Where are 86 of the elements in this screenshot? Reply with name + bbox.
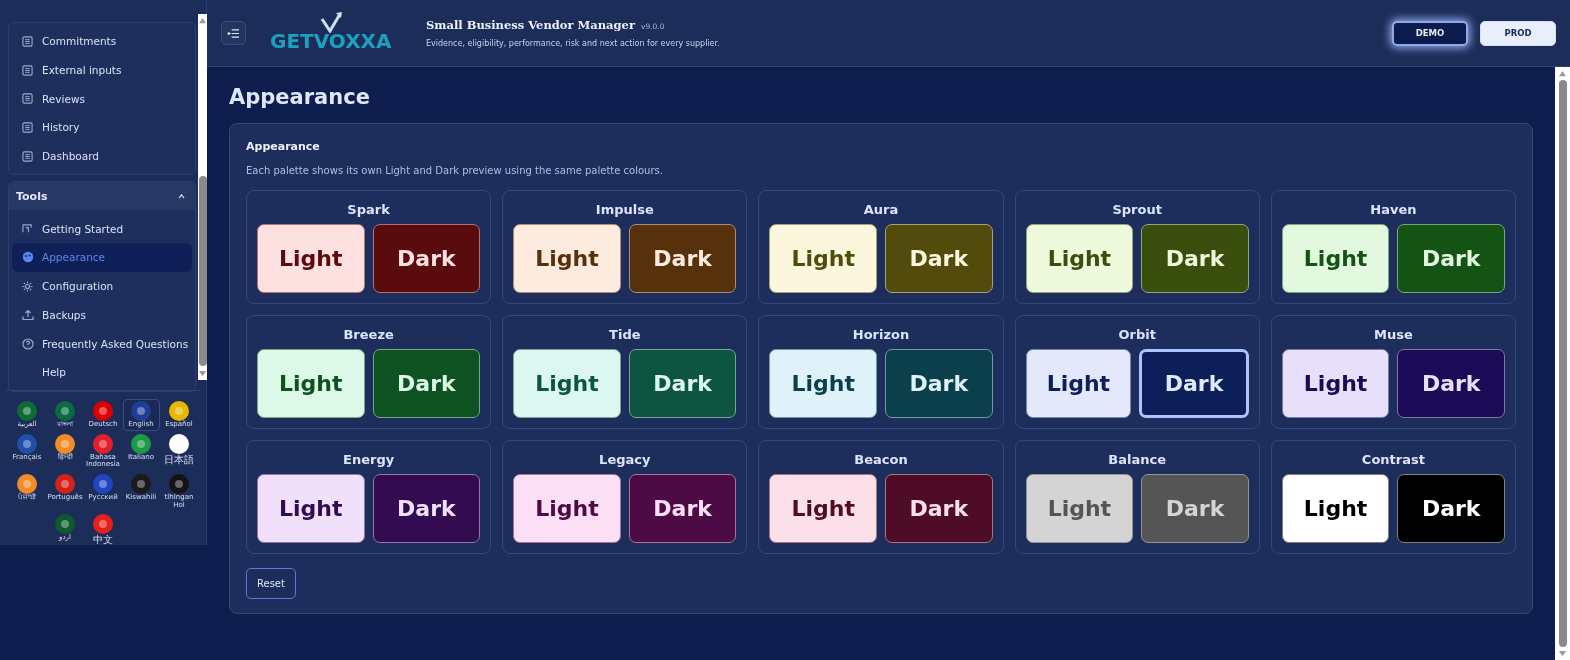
palette-preview-button[interactable]: Dark [1139,349,1249,418]
app-subtitle: Evidence, eligibility, performance, risk and next action for every supplier. [426,39,721,48]
palette-preview-button[interactable]: Dark [372,474,481,543]
palette-preview-button[interactable]: Dark [1397,474,1505,543]
palette-preview-button[interactable]: Dark [372,349,481,418]
palette-preview-button[interactable]: Light [257,349,365,418]
guide-icon [22,223,33,235]
palette-preview-button[interactable]: Dark [885,224,993,293]
language-option[interactable]: 中文 [84,512,122,548]
palette-preview-button[interactable]: Light [1025,224,1134,293]
palette-name: Energy [343,452,395,467]
panel-description: Each palette shows its own Light and Dark preview using the same palette colours. [246,165,664,176]
palette-preview-button[interactable]: Dark [1141,224,1249,293]
sidebar-item[interactable]: Getting Started [12,214,193,244]
palette-name: Tide [609,327,641,342]
palette-preview-button[interactable]: Dark [372,224,481,293]
palette-preview-button[interactable]: Light [1281,474,1390,543]
section-header[interactable]: Tools [9,182,196,211]
palette-name: Legacy [599,452,651,467]
palette-name: Muse [1374,327,1413,342]
palette-preview-button[interactable]: Dark [1397,349,1505,418]
document-icon [22,64,33,76]
palette-preview-button[interactable]: Light [513,224,621,293]
sidebar-item[interactable]: Commitments [12,27,193,56]
collapse-icon [227,27,240,39]
palette-name: Sprout [1112,202,1162,217]
sidebar-item[interactable]: Frequently Asked Questions [12,329,193,358]
page-title: Appearance [229,85,371,109]
logo: GETVOXXA [270,29,392,53]
palette-preview-button[interactable]: Light [513,474,621,543]
palette-preview-button[interactable]: Light [769,349,877,418]
palette-preview-button[interactable]: Light [1025,349,1132,418]
sidebar-item[interactable]: Dashboard [12,141,193,171]
section-title: Tools [16,189,48,203]
help-icon [22,337,34,350]
palette-preview-button[interactable]: Dark [628,349,737,418]
palette-preview-button[interactable]: Light [257,224,365,293]
palette-name: Haven [1370,202,1417,217]
palette-preview-button[interactable]: Light [513,349,621,418]
palette-icon [22,251,34,264]
palette-preview-button[interactable]: Light [1025,474,1134,543]
palette-name: Aura [863,202,899,217]
palette-preview-button[interactable]: Light [769,474,877,543]
document-icon [22,35,33,47]
palette-name: Impulse [595,202,654,217]
scrollbar[interactable] [198,14,208,380]
sidebar-item[interactable]: Appearance [12,243,193,272]
collapse-sidebar-button[interactable] [221,21,246,45]
sidebar-item[interactable]: Backups [12,300,193,330]
palette-name: Horizon [852,327,910,342]
environment-button[interactable]: DEMO [1392,20,1468,46]
palette-preview-button[interactable]: Light [1281,224,1390,293]
palette-preview-button[interactable]: Light [257,474,365,543]
palette-name: Balance [1108,452,1167,467]
palette-preview-button[interactable]: Light [769,224,877,293]
palette-preview-button[interactable]: Dark [1397,224,1505,293]
palette-preview-button[interactable]: Dark [1141,474,1249,543]
palette-name: Orbit [1118,327,1156,342]
palette-name: Breeze [343,327,394,342]
sidebar-item[interactable]: Reviews [12,84,193,114]
chevron-icon [178,193,186,199]
scroll-down-icon[interactable] [198,370,208,377]
sidebar-item[interactable]: External inputs [12,55,193,85]
app-title: Small Business Vendor Manager [426,18,635,32]
document-icon [22,121,33,133]
arrow-icon [320,11,344,33]
palette-preview-button[interactable]: Dark [628,474,737,543]
sidebar-item[interactable]: Help [12,357,193,387]
scroll-up-icon[interactable] [198,17,208,24]
gear-icon [22,280,33,292]
environment-button[interactable]: PROD [1480,20,1556,46]
palette-name: Contrast [1361,452,1425,467]
document-icon [22,150,33,162]
reset-button[interactable]: Reset [246,568,296,599]
sidebar-item[interactable]: Configuration [12,271,193,301]
document-icon [22,93,33,105]
palette-name: Spark [347,202,390,217]
palette-preview-button[interactable]: Light [1281,349,1390,418]
sidebar-item[interactable]: History [12,113,193,142]
palette-preview-button[interactable]: Dark [628,224,737,293]
upload-icon [22,308,34,321]
palette-preview-button[interactable]: Dark [885,349,993,418]
language-option[interactable]: 日本語 [160,431,198,472]
panel-title: Appearance [246,140,321,153]
palette-name: Beacon [854,452,908,467]
palette-preview-button[interactable]: Dark [885,474,993,543]
